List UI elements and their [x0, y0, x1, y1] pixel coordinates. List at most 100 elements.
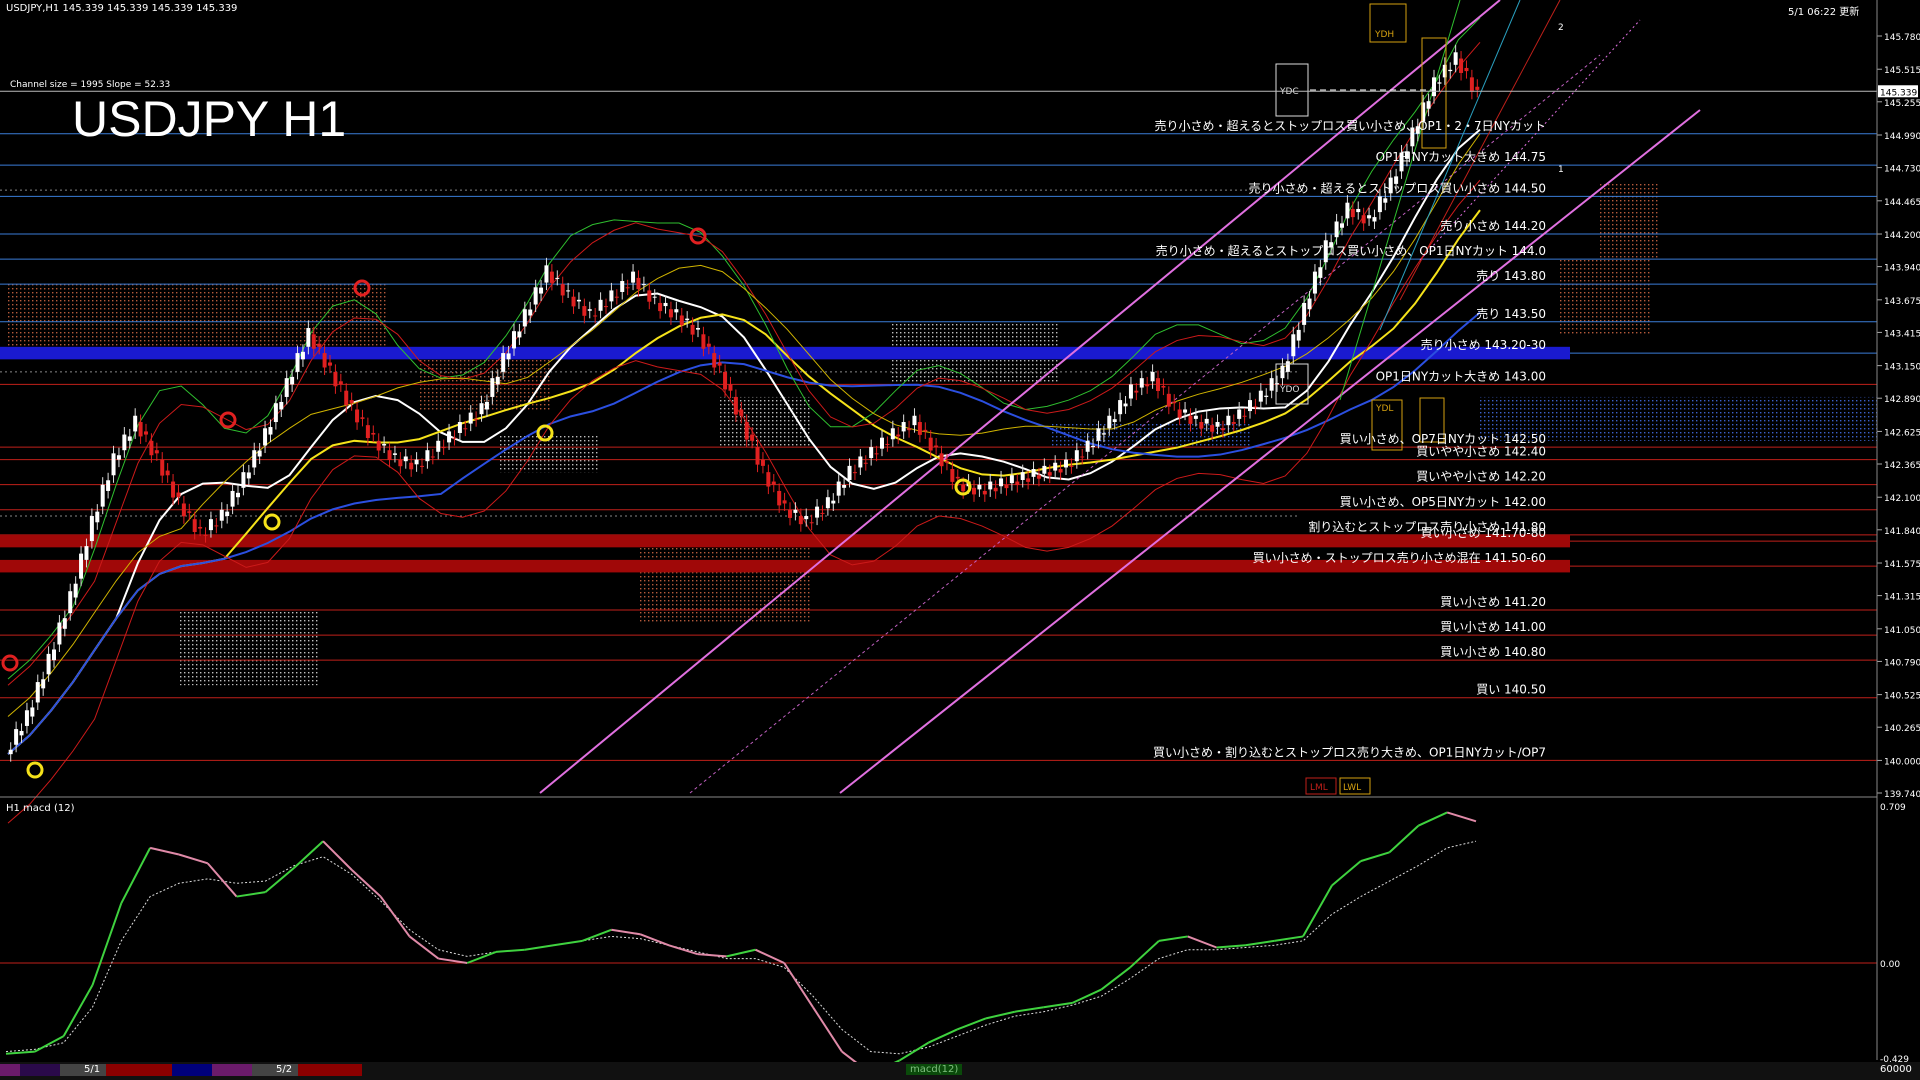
candle-body: [1220, 428, 1225, 431]
y-tick-label: 144.200: [1884, 231, 1920, 241]
candle-body: [300, 351, 305, 360]
candle-body: [1107, 415, 1112, 429]
candle-body: [1318, 267, 1323, 278]
candle-body: [365, 425, 370, 438]
candle-body: [192, 519, 197, 532]
candle-body: [809, 522, 814, 524]
level-annotation: 買い小さめ 141.20: [1440, 595, 1546, 609]
level-annotation: 買い 140.50: [1476, 683, 1546, 697]
ydl-label: YDL: [1375, 404, 1393, 414]
channel-number-1: 1: [1558, 165, 1564, 175]
candle-body: [127, 436, 132, 441]
y-tick-label: 140.790: [1884, 658, 1920, 668]
candle-body: [1080, 456, 1085, 458]
candle-body: [733, 396, 738, 415]
candle-body: [382, 443, 387, 446]
candle-body: [782, 500, 787, 504]
candle-body: [825, 497, 830, 509]
y-tick-label: 142.100: [1884, 494, 1920, 504]
candle-body: [1199, 422, 1204, 429]
candle-body: [263, 428, 268, 446]
candle-body: [571, 296, 576, 307]
candle-body: [171, 481, 176, 498]
candle-body: [208, 519, 213, 531]
candle-body: [46, 653, 51, 675]
candle-body: [441, 447, 446, 449]
bar-seg: [20, 1064, 60, 1076]
candle-body: [447, 431, 452, 443]
candle-body: [165, 470, 170, 476]
candle-body: [1166, 393, 1171, 407]
candle-body: [896, 434, 901, 437]
candle-body: [934, 445, 939, 448]
candle-body: [977, 484, 982, 490]
candle-body: [1150, 371, 1155, 382]
y-tick-label: 144.465: [1884, 198, 1920, 208]
level-annotation: 売り 143.80: [1476, 268, 1546, 283]
lml-label: LML: [1310, 783, 1328, 793]
candle-body: [1053, 462, 1058, 471]
bar-seg: [106, 1064, 172, 1076]
candle-body: [133, 415, 138, 432]
candle-body: [355, 409, 360, 423]
candle-body: [1064, 459, 1068, 468]
candle-body: [122, 434, 127, 451]
level-annotation: 売り 143.50: [1476, 306, 1546, 321]
candle-body: [1280, 365, 1285, 379]
candle-body: [154, 450, 159, 454]
candle-body: [1226, 415, 1231, 426]
candle-body: [885, 443, 890, 445]
y-tick-label: 141.575: [1884, 560, 1920, 570]
candle-body: [1004, 484, 1009, 489]
candle-body: [1377, 196, 1382, 213]
candle-body: [652, 296, 657, 298]
candle-body: [392, 453, 397, 455]
bottom-label-5-1: 5/1: [84, 1064, 101, 1075]
candle-body: [225, 511, 230, 517]
candle-body: [387, 450, 392, 460]
candle-body: [479, 403, 484, 415]
candle-body: [338, 381, 343, 385]
candle-body: [593, 315, 598, 317]
timestamp: 5/1 06:22 更新: [1788, 7, 1860, 18]
candle-body: [1091, 445, 1096, 448]
candle-body: [252, 450, 257, 468]
candle-body: [604, 306, 608, 308]
y-tick-label: 142.625: [1884, 428, 1920, 438]
candle-body: [939, 453, 944, 467]
candle-body: [961, 484, 966, 492]
candle-body: [582, 306, 587, 316]
bottom-label-5-2: 5/2: [276, 1064, 293, 1075]
candle-body: [284, 378, 289, 397]
candle-body: [100, 484, 105, 507]
candle-body: [1383, 198, 1388, 203]
candle-body: [1139, 378, 1144, 388]
candle-body: [14, 729, 19, 745]
y-tick-label: 141.315: [1884, 593, 1920, 603]
candle-body: [549, 271, 554, 283]
candle-body: [923, 429, 928, 432]
candle-body: [1345, 202, 1350, 219]
candle-body: [57, 622, 62, 645]
candle-body: [636, 277, 641, 290]
candle-body: [760, 459, 765, 466]
candle-body: [972, 487, 976, 495]
candle-body: [1432, 77, 1436, 97]
cloud-region: [180, 610, 320, 686]
cloud-region: [1600, 183, 1660, 260]
candle-body: [1312, 271, 1317, 294]
candle-body: [360, 417, 365, 419]
y-tick-label: 145.515: [1884, 66, 1920, 76]
candle-body: [198, 526, 203, 529]
candle-body: [160, 459, 165, 476]
candle-body: [273, 403, 278, 423]
candle-body: [1047, 472, 1052, 476]
candle-body: [1215, 422, 1220, 427]
level-annotation: 売り小さめ 143.20-30: [1421, 337, 1546, 352]
candle-body: [625, 287, 630, 289]
candle-body: [820, 512, 825, 514]
ydo-label: YDO: [1279, 385, 1300, 395]
candle-body: [317, 343, 322, 347]
bar-seg: [172, 1064, 212, 1076]
ydh-label: YDH: [1374, 30, 1394, 40]
